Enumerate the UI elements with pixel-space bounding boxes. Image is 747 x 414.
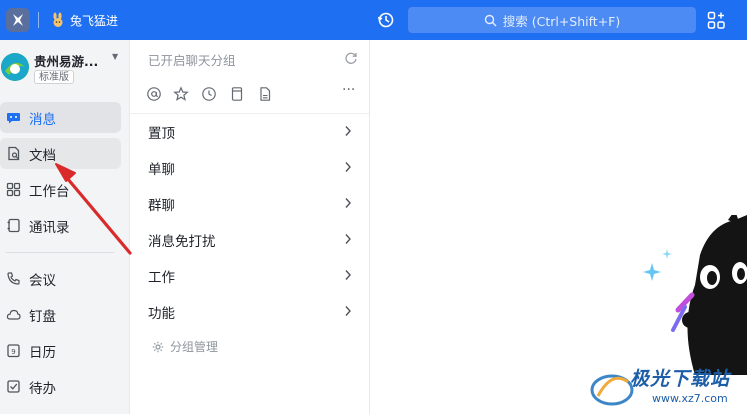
sidebar-item-label: 消息 (29, 111, 56, 128)
calendar-icon: 9 (7, 344, 20, 358)
svg-text:9: 9 (11, 348, 15, 356)
workbench-icon (6, 182, 21, 197)
user-tag[interactable]: 兔飞猛进 (50, 10, 118, 30)
group-item-single-chat[interactable]: 单聊 (148, 158, 358, 178)
watermark-text: 极光下载站 (630, 368, 731, 390)
clock-icon[interactable] (201, 86, 217, 102)
app-logo-icon (13, 14, 23, 26)
message-icon (7, 113, 20, 124)
meeting-icon (7, 272, 20, 285)
search-placeholder: 搜索 (Ctrl+Shift+F) (502, 13, 621, 29)
sidebar-item-todo[interactable]: 待办 (0, 371, 121, 402)
chevron-right-icon (345, 270, 351, 280)
org-name: 贵州易游... (34, 54, 99, 69)
chevron-right-icon (345, 162, 351, 172)
group-manage-button[interactable]: 分组管理 (152, 338, 218, 355)
document-icon (8, 146, 20, 161)
group-label: 功能 (148, 306, 175, 322)
archive-icon[interactable] (229, 86, 245, 102)
sidebar-item-meeting[interactable]: 会议 (0, 263, 121, 294)
group-item-group-chat[interactable]: 群聊 (148, 194, 358, 214)
group-item-work[interactable]: 工作 (148, 266, 358, 286)
app-avatar[interactable] (6, 8, 30, 32)
org-logo-icon (1, 53, 29, 81)
group-label: 单聊 (148, 162, 175, 178)
cloud-drive-icon (6, 309, 21, 320)
topbar-divider (38, 12, 39, 28)
contacts-icon (7, 218, 20, 233)
at-mention-icon[interactable] (146, 86, 162, 102)
apps-icon[interactable] (707, 11, 726, 30)
filter-toolbar: ··· (146, 82, 361, 104)
sidebar-item-cloud-drive[interactable]: 钉盘 (0, 299, 121, 330)
panel-title: 已开启聊天分组 (148, 53, 236, 68)
group-item-do-not-disturb[interactable]: 消息免打扰 (148, 230, 358, 250)
chevron-right-icon (345, 198, 351, 208)
todo-icon (7, 380, 20, 393)
search-input[interactable]: 搜索 (Ctrl+Shift+F) (408, 7, 696, 33)
user-name: 兔飞猛进 (70, 13, 119, 28)
panel-divider (130, 113, 369, 114)
sidebar-item-messages[interactable]: 消息 (0, 102, 121, 133)
chevron-right-icon (345, 306, 351, 316)
refresh-icon[interactable] (344, 51, 358, 65)
sidebar-item-label: 日历 (29, 344, 56, 361)
sidebar-item-workbench[interactable]: 工作台 (0, 174, 121, 205)
sidebar-item-documents[interactable]: 文档 (0, 138, 121, 169)
sidebar-item-label: 通讯录 (29, 219, 70, 236)
caret-down-icon: ▼ (112, 52, 119, 61)
top-bar: 兔飞猛进 搜索 (Ctrl+Shift+F) (0, 0, 747, 40)
watermark-url: www.xz7.com (652, 392, 728, 405)
group-label: 群聊 (148, 198, 175, 214)
sidebar-item-contacts[interactable]: 通讯录 (0, 210, 121, 241)
star-icon[interactable] (173, 86, 189, 102)
org-edition-badge: 标准版 (34, 70, 74, 84)
content-area: 极光下载站 www.xz7.com (370, 40, 747, 414)
mascot-illustration (643, 215, 747, 375)
history-icon[interactable] (377, 11, 395, 29)
org-logo (1, 53, 29, 81)
group-label: 置顶 (148, 126, 175, 142)
sidebar-item-label: 文档 (29, 147, 56, 164)
sidebar-item-label: 会议 (29, 272, 56, 289)
sidebar-item-calendar[interactable]: 9 日历 (0, 335, 121, 366)
left-sidebar: 贵州易游... ▼ 标准版 消息 文档 工作台 通讯录 会议 钉盘 9 日历 待… (0, 40, 130, 414)
sidebar-item-label: 钉盘 (29, 308, 56, 325)
org-switcher[interactable]: 贵州易游... ▼ 标准版 (0, 50, 130, 90)
sidebar-item-label: 待办 (29, 380, 56, 397)
file-icon[interactable] (257, 86, 273, 102)
group-item-pinned[interactable]: 置顶 (148, 122, 358, 142)
chevron-right-icon (345, 126, 351, 136)
chevron-right-icon (345, 234, 351, 244)
group-label: 消息免打扰 (148, 234, 216, 250)
chat-group-panel: 已开启聊天分组 ··· 置顶 单聊 群聊 消息免打扰 工作 功能 分组管理 (130, 40, 370, 414)
group-item-features[interactable]: 功能 (148, 302, 358, 322)
rabbit-icon (53, 12, 63, 27)
more-options-icon[interactable]: ··· (342, 82, 355, 98)
group-manage-label: 分组管理 (170, 340, 219, 354)
sidebar-item-label: 工作台 (29, 183, 70, 200)
search-icon (484, 14, 497, 26)
gear-icon (152, 341, 164, 352)
group-label: 工作 (148, 270, 175, 286)
nav-divider (6, 252, 114, 253)
